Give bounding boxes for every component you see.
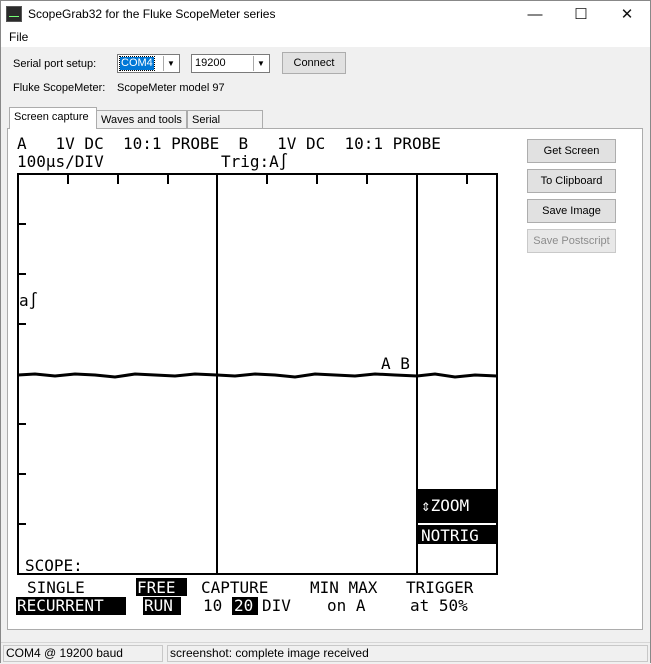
trigger-at: at 50%: [410, 596, 468, 615]
zoom-label: ⇕ZOOM: [421, 496, 469, 515]
softkey-minmax: MIN MAX: [310, 578, 378, 597]
notrig-label: NOTRIG: [421, 526, 479, 545]
status-message: screenshot: complete image received: [167, 645, 648, 662]
minimize-icon[interactable]: —: [512, 1, 558, 28]
softkey-trigger: TRIGGER: [406, 578, 474, 597]
menu-file[interactable]: File: [9, 30, 28, 44]
tab-serial-console[interactable]: Serial console: [187, 110, 263, 144]
scope-label: SCOPE:: [25, 556, 83, 575]
baud-select[interactable]: 19200 ▼: [191, 54, 270, 73]
chevron-down-icon[interactable]: ▼: [163, 56, 178, 71]
scope-timebase: 100μs/DIV: [17, 152, 104, 171]
capture-20: 20: [234, 596, 253, 615]
meter-value: ScopeMeter model 97: [117, 82, 225, 94]
app-window: ScopeGrab32 for the Fluke ScopeMeter ser…: [0, 0, 651, 664]
port-select[interactable]: COM4 ▼: [117, 54, 180, 73]
softkey-capture: CAPTURE: [201, 578, 268, 597]
maximize-icon[interactable]: ☐: [558, 1, 604, 28]
scope-trigger-info: Trig:A∫: [221, 152, 288, 171]
to-clipboard-button[interactable]: To Clipboard: [527, 169, 616, 193]
close-icon[interactable]: ✕: [604, 1, 650, 28]
app-icon: [6, 6, 22, 22]
serial-port-label: Serial port setup:: [13, 58, 97, 70]
softkey-run: RUN: [144, 596, 173, 615]
baud-value: 19200: [195, 57, 226, 69]
capture-div: DIV: [262, 596, 291, 615]
capture-10: 10: [203, 596, 222, 615]
tab-waves-and-tools[interactable]: Waves and tools: [96, 110, 187, 129]
trigger-level-marker: a∫: [19, 291, 38, 310]
save-image-button[interactable]: Save Image: [527, 199, 616, 223]
status-connection: COM4 @ 19200 baud: [3, 645, 163, 662]
meter-label: Fluke ScopeMeter:: [13, 82, 106, 94]
chevron-down-icon[interactable]: ▼: [253, 56, 268, 71]
softkey-free: FREE: [137, 578, 176, 597]
get-screen-button[interactable]: Get Screen: [527, 139, 616, 163]
channel-markers: A B: [381, 354, 410, 373]
tab-screen-capture[interactable]: Screen capture: [9, 107, 97, 129]
save-postscript-button[interactable]: Save Postscript: [527, 229, 616, 253]
status-bar: COM4 @ 19200 baud screenshot: complete i…: [1, 642, 650, 664]
softkey-single: SINGLE: [27, 578, 85, 597]
connect-button[interactable]: Connect: [282, 52, 346, 74]
port-value: COM4: [119, 56, 155, 71]
window-title: ScopeGrab32 for the Fluke ScopeMeter ser…: [28, 7, 276, 21]
scope-screen: A 1V DC 10:1 PROBE B 1V DC 10:1 PROBE 10…: [15, 132, 499, 616]
minmax-on-a: on A: [327, 596, 366, 615]
scope-header-line1: A 1V DC 10:1 PROBE B 1V DC 10:1 PROBE: [17, 134, 441, 153]
softkey-recurrent: RECURRENT: [17, 596, 104, 615]
menu-bar: File: [1, 28, 650, 47]
title-bar: ScopeGrab32 for the Fluke ScopeMeter ser…: [1, 1, 650, 28]
